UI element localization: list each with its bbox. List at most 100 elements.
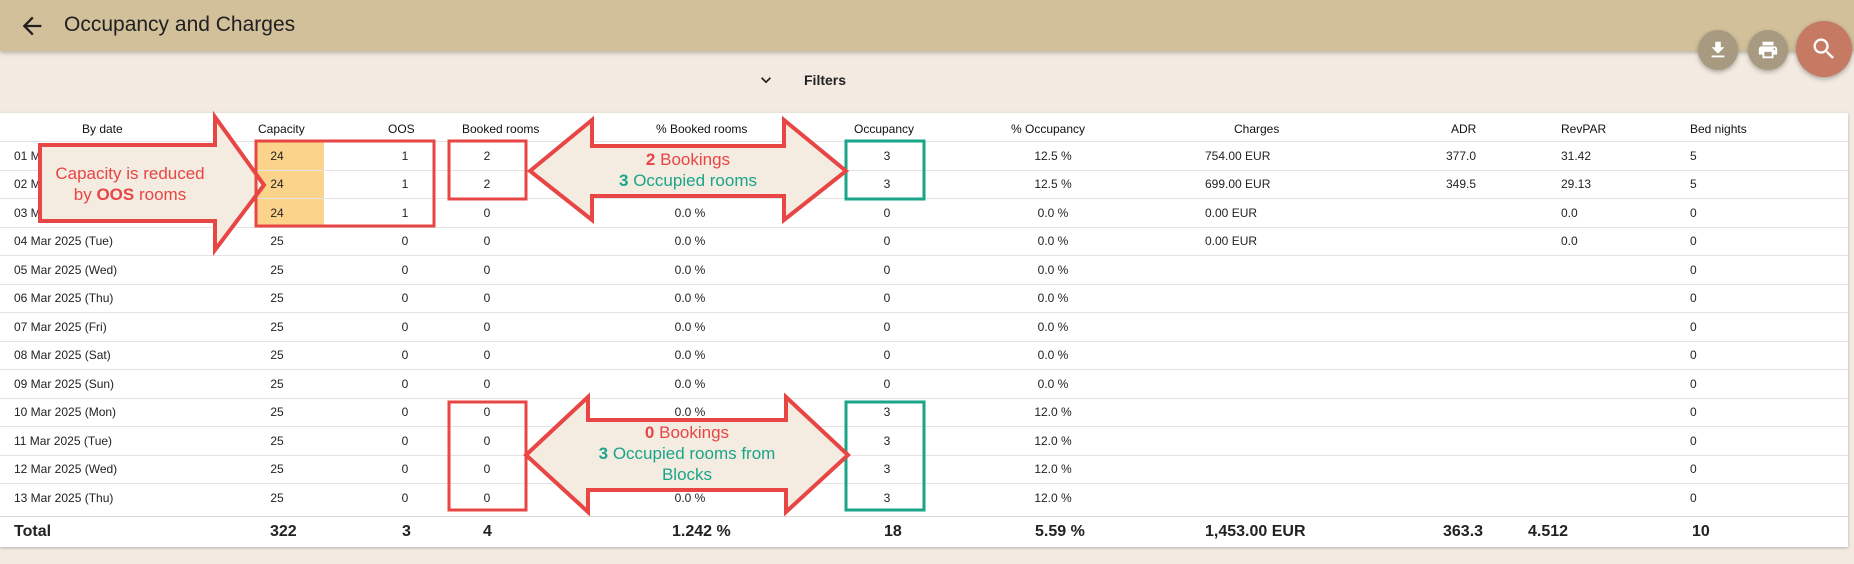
print-icon <box>1758 41 1778 59</box>
total-occupancy: 18 <box>884 523 902 540</box>
cell-capacity: 24 <box>270 205 284 220</box>
cell-capacity: 25 <box>270 433 284 448</box>
cell-capacity: 25 <box>270 490 284 505</box>
cell-capacity: 25 <box>270 262 284 277</box>
table-row[interactable]: 05 Mar 2025 (Wed) 25 0 0 0.0 % 0 0.0 % 0 <box>0 255 1848 284</box>
cell-pct-booked: 0.0 % <box>674 234 706 249</box>
column-header-bed-nights[interactable]: Bed nights <box>1690 118 1747 143</box>
column-header-revpar[interactable]: RevPAR <box>1561 118 1606 143</box>
cell-revpar: 0.0 <box>1561 234 1578 249</box>
cell-charges: 0.00 EUR <box>1205 205 1258 220</box>
cell-capacity: 25 <box>270 234 284 249</box>
arrow-left-icon <box>22 16 42 36</box>
cell-capacity: 25 <box>270 376 284 391</box>
column-header-booked-rooms[interactable]: Booked rooms <box>462 118 539 143</box>
cell-booked-rooms: 0 <box>483 205 491 220</box>
cell-date: 07 Mar 2025 (Fri) <box>14 319 107 334</box>
total-pct-occupancy: 5.59 % <box>1035 523 1085 540</box>
search-button[interactable] <box>1796 21 1852 77</box>
cell-bed-nights: 0 <box>1690 205 1697 220</box>
cell-oos: 0 <box>401 462 409 477</box>
download-button[interactable] <box>1698 30 1738 70</box>
column-header-adr[interactable]: ADR <box>1451 118 1476 143</box>
table-row[interactable]: 11 Mar 2025 (Tue) 25 0 0 0.0 % 3 12.0 % 0 <box>0 426 1848 455</box>
cell-booked-rooms: 0 <box>483 348 491 363</box>
back-button[interactable] <box>18 12 46 40</box>
cell-pct-occupancy: 12.0 % <box>1034 490 1072 505</box>
cell-booked-rooms: 0 <box>483 262 491 277</box>
cell-date: 13 Mar 2025 (Thu) <box>14 490 114 505</box>
column-header-capacity[interactable]: Capacity <box>258 118 338 143</box>
cell-pct-booked: 0.0 % <box>674 291 706 306</box>
cell-occupancy: 3 <box>883 177 891 192</box>
column-header-occupancy[interactable]: Occupancy <box>854 118 914 143</box>
total-revpar: 4.512 <box>1528 523 1569 540</box>
column-header-pct-booked[interactable]: % Booked rooms <box>656 118 747 143</box>
cell-occupancy: 0 <box>883 291 891 306</box>
cell-pct-occupancy: 12.5 % <box>1034 148 1072 163</box>
cell-bed-nights: 0 <box>1690 376 1697 391</box>
cell-charges: 699.00 EUR <box>1205 177 1271 192</box>
table-row[interactable]: 03 M 24 1 0 0.0 % 0 0.0 % 0.00 EUR 0.0 0 <box>0 198 1848 227</box>
cell-pct-booked: 0.0 % <box>674 405 706 420</box>
chevron-down-icon <box>761 77 771 84</box>
table-row[interactable]: 07 Mar 2025 (Fri) 25 0 0 0.0 % 0 0.0 % 0 <box>0 312 1848 341</box>
cell-oos: 0 <box>401 234 409 249</box>
cell-date: 02 M <box>14 177 41 192</box>
cell-occupancy: 0 <box>883 234 891 249</box>
cell-oos: 0 <box>401 376 409 391</box>
total-label: Total <box>14 523 52 540</box>
cell-oos: 1 <box>401 148 409 163</box>
column-header-date[interactable]: By date <box>82 118 123 143</box>
table-row[interactable]: 02 M 24 1 2 3 12.5 % 699.00 EUR 349.5 29.13 5 <box>0 169 1848 198</box>
cell-bed-nights: 5 <box>1690 177 1697 192</box>
table-row[interactable]: 06 Mar 2025 (Thu) 25 0 0 0.0 % 0 0.0 % 0 <box>0 283 1848 313</box>
cell-capacity: 24 <box>270 177 284 192</box>
cell-booked-rooms: 2 <box>483 148 491 163</box>
table-row[interactable]: 10 Mar 2025 (Mon) 25 0 0 0.0 % 3 12.0 % 0 <box>0 397 1848 427</box>
cell-pct-booked: 0.0 % <box>674 262 706 277</box>
cell-oos: 1 <box>401 177 409 192</box>
cell-occupancy: 0 <box>883 319 891 334</box>
cell-charges: 0.00 EUR <box>1205 234 1258 249</box>
cell-adr: 377.0 <box>1446 148 1477 163</box>
column-header-charges[interactable]: Charges <box>1234 118 1279 143</box>
cell-occupancy: 3 <box>883 433 891 448</box>
table-header-row: By date Capacity OOS Booked rooms % Book… <box>0 118 1848 143</box>
table-row[interactable]: 01 M 24 1 2 3 12.5 % 754.00 EUR 377.0 31.42 5 <box>0 141 1848 170</box>
table-row[interactable]: 04 Mar 2025 (Tue) 25 0 0 0.0 % 0 0.0 % 0.00 EUR… <box>0 226 1848 256</box>
table-row[interactable]: 12 Mar 2025 (Wed) 25 0 0 0.0 % 3 12.0 % 0 <box>0 454 1848 484</box>
table-row[interactable]: 09 Mar 2025 (Sun) 25 0 0 0.0 % 0 0.0 % 0 <box>0 369 1848 398</box>
cell-oos: 0 <box>401 433 409 448</box>
cell-date: 10 Mar 2025 (Mon) <box>14 405 117 420</box>
cell-charges: 754.00 EUR <box>1205 148 1271 163</box>
total-capacity: 322 <box>270 523 297 540</box>
total-bed-nights: 10 <box>1692 523 1710 540</box>
column-header-pct-occupancy[interactable]: % Occupancy <box>1011 118 1085 143</box>
print-button[interactable] <box>1748 30 1788 70</box>
cell-capacity: 24 <box>270 148 284 163</box>
filters-toggle[interactable]: Filters <box>756 70 846 90</box>
cell-date: 09 Mar 2025 (Sun) <box>14 376 115 391</box>
cell-bed-nights: 0 <box>1690 319 1697 334</box>
total-adr: 363.3 <box>1443 523 1484 540</box>
cell-oos: 0 <box>401 405 409 420</box>
cell-capacity: 25 <box>270 405 284 420</box>
table-row[interactable]: 08 Mar 2025 (Sat) 25 0 0 0.0 % 0 0.0 % 0 <box>0 340 1848 370</box>
cell-pct-occupancy: 0.0 % <box>1037 205 1069 220</box>
filters-label: Filters <box>804 72 847 88</box>
cell-capacity: 25 <box>270 348 284 363</box>
cell-pct-occupancy: 12.0 % <box>1034 433 1072 448</box>
cell-occupancy: 3 <box>883 490 891 505</box>
cell-pct-booked: 0.0 % <box>674 205 706 220</box>
cell-pct-occupancy: 12.0 % <box>1034 405 1072 420</box>
cell-occupancy: 3 <box>883 405 891 420</box>
table-row[interactable]: 13 Mar 2025 (Thu) 25 0 0 0.0 % 3 12.0 % 0 <box>0 483 1848 512</box>
column-header-oos[interactable]: OOS <box>388 118 418 143</box>
cell-booked-rooms: 0 <box>483 433 491 448</box>
cell-booked-rooms: 0 <box>483 376 491 391</box>
cell-pct-occupancy: 0.0 % <box>1037 319 1069 334</box>
cell-booked-rooms: 0 <box>483 405 491 420</box>
cell-occupancy: 0 <box>883 262 891 277</box>
search-icon <box>1813 38 1834 59</box>
